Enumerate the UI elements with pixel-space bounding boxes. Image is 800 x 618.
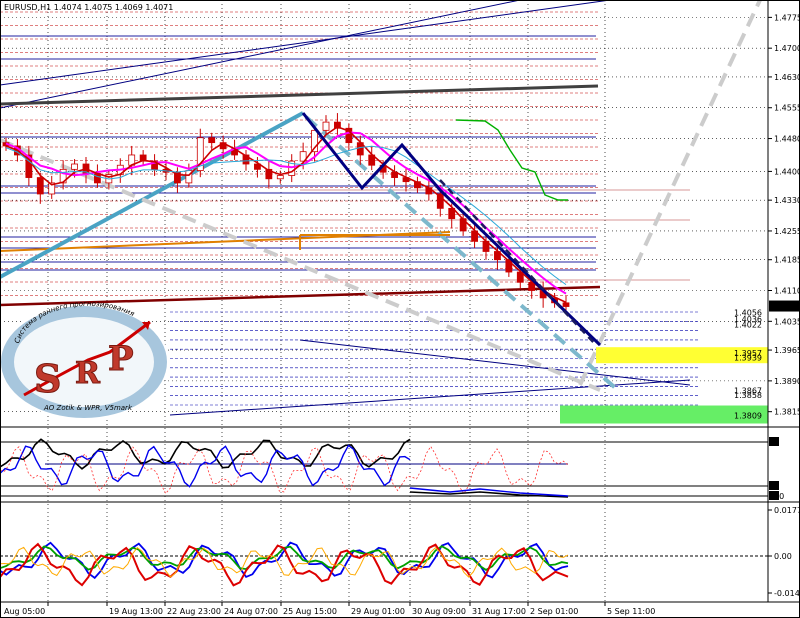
price-tick-label: 1.4775 [774,13,800,22]
time-axis: Aug 05:00 19 Aug 13:00 22 Aug 23:00 24 Aug … [0,601,800,616]
price-tick-label: 1.4555 [774,104,800,113]
candle-body [208,137,216,144]
osc1-blue [0,444,411,488]
time-tick-label: 30 Aug 09:00 [412,607,466,616]
logo-letter-s: S [34,356,61,401]
price-tick-label: 1.3965 [774,346,800,355]
price-tick-label: 1.4330 [774,196,800,205]
time-tick-label: Aug 05:00 [4,607,45,616]
time-tick-label: 22 Aug 23:00 [167,607,221,616]
price-label-green: 1.3809 [734,411,762,420]
time-tick-label: 2 Sep 01:00 [530,607,578,616]
time-tick-label: 29 Aug 01:00 [351,607,405,616]
price-tick-label: 1.4110 [774,287,800,296]
oscillator-1-panel: 20 80100 [0,426,800,501]
price-tick-label: 1.4035 [774,317,800,326]
current-price-label: 1.4071 [771,303,799,312]
time-tick-label: 24 Aug 07:00 [224,607,278,616]
osc1-red [0,445,569,495]
osc1-tick-label: 80 [769,482,779,491]
price-tick-label: 1.3890 [774,377,800,386]
price-tick-label: 1.3815 [774,408,800,417]
osc1-tick-label: 100 [769,492,784,501]
price-tick-label: 1.4255 [774,227,800,236]
price-tick-label: 1.4480 [774,135,800,144]
osc1-tick-label: 20 [769,438,779,447]
time-tick-label: 31 Aug 17:00 [472,607,526,616]
price-label-blue: 1.3939 [734,353,762,362]
osc2-tick-label: 0.00 [774,552,792,561]
candle-body [71,163,78,170]
chart: Система раннего прогнозирования S R P AO… [0,0,800,618]
price-tick-label: 1.4630 [774,73,800,82]
oscillator-2-panel: 0.01773 0.00 -0.01479 [0,501,800,598]
osc2-tick-label: 0.01773 [774,506,800,515]
candle-body [36,177,44,195]
price-label-red: 1.4022 [734,321,762,330]
price-label-red: 1.3858 [734,391,762,400]
osc2-tick-label: -0.01479 [774,589,800,598]
price-tick-label: 1.4185 [774,256,800,265]
osc2-red [0,542,569,587]
logo-letter-r: R [75,356,101,391]
candle-body [276,175,284,180]
time-tick-label: 25 Aug 15:00 [283,607,337,616]
candle-body [562,302,570,307]
logo-letter-p: P [108,339,134,379]
candle-body [322,121,330,131]
price-tick-label: 1.4700 [774,44,800,53]
time-tick-label: 5 Sep 11:00 [607,607,655,616]
logo-bottom-text: AO Zotik & WPR, V5mark [43,404,133,412]
time-tick-label: 19 Aug 13:00 [109,607,163,616]
chart-title: EURUSD,H1 1.4074 1.4075 1.4069 1.4071 [4,3,173,12]
price-tick-label: 1.4400 [774,167,800,176]
